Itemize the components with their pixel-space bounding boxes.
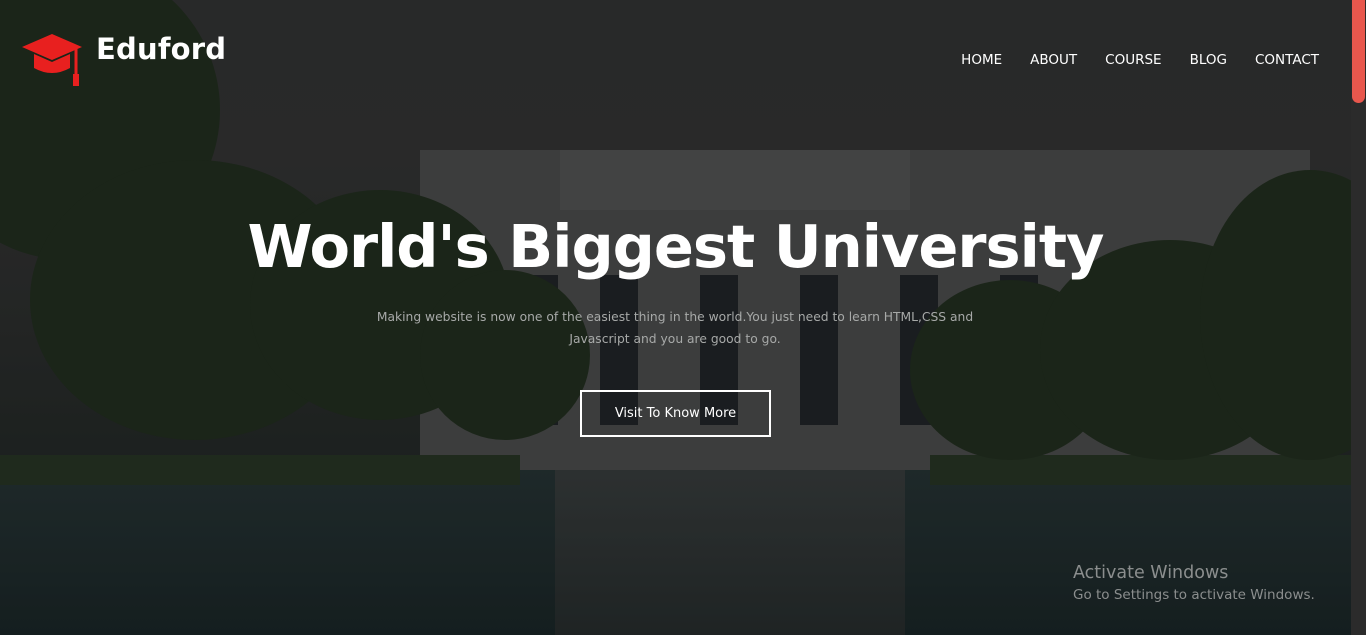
hero-subtitle-line-1: Making website is now one of the easiest… — [376, 310, 974, 324]
page-scrollbar-thumb[interactable] — [1352, 0, 1365, 103]
nav-home[interactable]: HOME — [961, 52, 1002, 68]
brand-name: Eduford — [96, 32, 227, 66]
nav-course[interactable]: COURSE — [1105, 52, 1161, 68]
nav-contact[interactable]: CONTACT — [1255, 52, 1319, 68]
watermark-title: Activate Windows — [1073, 563, 1229, 583]
hero-title: World's Biggest University — [247, 212, 1104, 281]
hero-subtitle: Making website is now one of the easiest… — [355, 306, 995, 350]
nav-about[interactable]: ABOUT — [1030, 52, 1077, 68]
main-nav: HOME ABOUT COURSE BLOG CONTACT — [933, 52, 1319, 68]
visit-to-know-more-button[interactable]: Visit To Know More — [580, 390, 771, 437]
watermark-subtitle: Go to Settings to activate Windows. — [1073, 587, 1315, 603]
hero-subtitle-line-2: Javascript and you are good to go. — [569, 332, 781, 346]
graduation-cap-icon — [22, 34, 82, 86]
windows-activation-watermark: Activate Windows Go to Settings to activ… — [1073, 563, 1315, 603]
brand-logo[interactable]: Eduford — [20, 30, 226, 88]
nav-blog[interactable]: BLOG — [1190, 52, 1227, 68]
